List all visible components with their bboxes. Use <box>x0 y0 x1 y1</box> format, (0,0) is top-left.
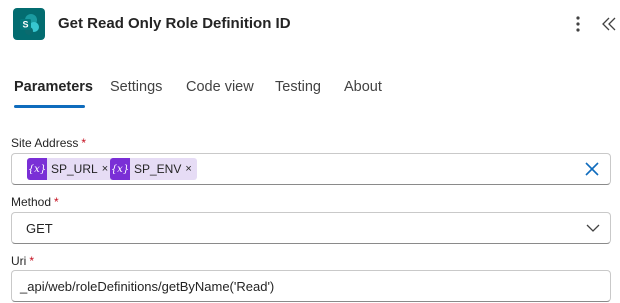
active-tab-indicator <box>14 105 85 108</box>
double-chevron-left-icon <box>602 17 616 31</box>
required-mark: * <box>81 136 87 150</box>
uri-value: _api/web/roleDefinitions/getByName('Read… <box>20 279 275 294</box>
site-address-input[interactable]: {x} SP_URL × {x} SP_ENV × <box>11 153 611 185</box>
required-mark: * <box>54 195 59 209</box>
remove-token-icon[interactable]: × <box>185 163 191 175</box>
chevron-down-icon <box>586 224 600 232</box>
more-vertical-icon <box>576 16 580 32</box>
method-value: GET <box>26 221 53 236</box>
more-options-button[interactable] <box>568 12 588 36</box>
required-mark: * <box>29 254 34 268</box>
svg-text:S: S <box>22 20 28 30</box>
tab-code-view[interactable]: Code view <box>186 79 254 95</box>
site-address-label: Site Address * <box>11 136 87 150</box>
tab-settings[interactable]: Settings <box>110 79 162 95</box>
method-select[interactable]: GET <box>11 212 611 244</box>
token-sp-url[interactable]: {x} SP_URL × <box>27 158 114 180</box>
method-label: Method * <box>11 195 59 209</box>
tab-list: Parameters Settings Code view Testing Ab… <box>0 74 620 110</box>
uri-label: Uri * <box>11 254 34 268</box>
variable-icon: {x} <box>110 158 130 180</box>
variable-icon: {x} <box>27 158 47 180</box>
token-label: SP_ENV <box>134 162 182 176</box>
collapse-panel-button[interactable] <box>598 12 620 36</box>
tab-about[interactable]: About <box>344 79 382 95</box>
close-icon[interactable] <box>584 161 600 177</box>
token-sp-env[interactable]: {x} SP_ENV × <box>110 158 197 180</box>
uri-input[interactable]: _api/web/roleDefinitions/getByName('Read… <box>11 270 611 302</box>
tab-parameters[interactable]: Parameters <box>14 79 93 95</box>
remove-token-icon[interactable]: × <box>102 163 108 175</box>
action-header: S Get Read Only Role Definition ID <box>0 0 620 50</box>
tab-testing[interactable]: Testing <box>275 79 321 95</box>
action-title: Get Read Only Role Definition ID <box>58 15 291 32</box>
token-label: SP_URL <box>51 162 98 176</box>
sharepoint-icon: S <box>13 8 45 40</box>
